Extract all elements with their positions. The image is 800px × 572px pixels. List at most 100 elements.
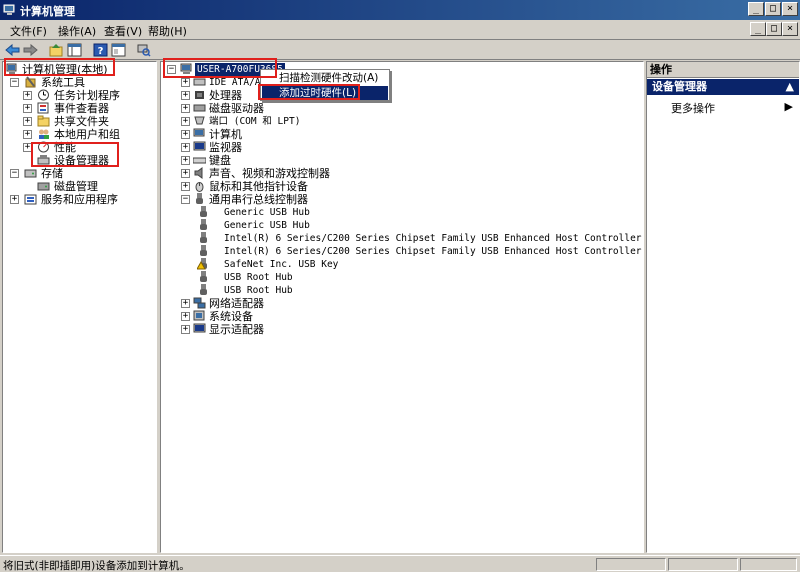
device-category-sound[interactable]: + 声音、视频和游戏控制器 [179,167,429,180]
usb-device-icon [200,232,207,243]
help-icon[interactable]: ? [92,42,109,58]
device-category-keyboards[interactable]: + 键盘 [179,154,379,167]
expand-icon[interactable]: + [181,117,190,126]
collapse-arrow-icon[interactable]: ▲ [786,79,794,95]
device-category-display[interactable]: + 显示适配器 [179,323,379,336]
tools-icon [25,76,36,88]
menu-item-add-legacy-hardware[interactable]: 添加过时硬件(L) [262,86,388,100]
device-category-ports[interactable]: + 端口 (COM 和 LPT) [179,115,379,128]
expand-icon[interactable]: + [181,312,190,321]
actions-section-device-manager[interactable]: 设备管理器 ▲ [647,79,799,95]
context-menu: 扫描检测硬件改动(A) 添加过时硬件(L) [260,69,390,101]
tree-item-storage[interactable]: − 存储 [8,167,156,180]
maximize-button[interactable]: □ [765,2,781,16]
collapse-icon[interactable]: − [167,65,176,74]
disk-drive-icon [193,104,206,112]
mdi-restore-button[interactable]: □ [766,22,782,36]
device-category-disk-drives[interactable]: + 磁盘驱动器 [179,102,379,115]
expand-icon[interactable]: + [23,143,32,152]
device-category-monitors[interactable]: + 监视器 [179,141,379,154]
computer-management-icon [3,4,15,15]
event-viewer-icon [37,102,49,114]
back-icon[interactable] [4,42,21,58]
usb-device-item[interactable]: USB Root Hub [197,284,637,297]
tree-label-storage: 存储 [41,167,63,180]
device-category-mice[interactable]: + 鼠标和其他指针设备 [179,180,429,193]
device-category-label: 监视器 [209,141,242,154]
actions-section-label: 设备管理器 [652,80,707,93]
expand-icon[interactable]: + [181,104,190,113]
tree-item-services-apps[interactable]: + 服务和应用程序 [8,193,156,206]
expand-icon[interactable]: + [10,195,19,204]
tree-item-task-scheduler[interactable]: + 任务计划程序 [21,89,156,102]
computer-management-icon [6,63,17,74]
tree-item-shared-folders[interactable]: + 共享文件夹 [21,115,156,128]
properties-icon[interactable] [110,42,127,58]
expand-icon[interactable]: + [181,325,190,334]
expand-icon[interactable]: + [181,169,190,178]
menu-view[interactable]: 查看(V) [104,23,142,39]
menu-action[interactable]: 操作(A) [58,23,96,39]
scan-hardware-icon[interactable] [135,42,152,58]
usb-device-icon [200,245,207,256]
usb-device-item[interactable]: Generic USB Hub [197,219,637,232]
expand-icon[interactable]: + [181,299,190,308]
usb-device-item[interactable]: Generic USB Hub [197,206,637,219]
tree-item-event-viewer[interactable]: + 事件查看器 [21,102,156,115]
minimize-button[interactable]: _ [748,2,764,16]
tree-item-performance[interactable]: + 性能 [21,141,156,154]
shared-folder-icon [37,115,50,127]
usb-device-item[interactable]: USB Root Hub [197,271,637,284]
collapse-icon[interactable]: − [10,169,19,178]
speaker-icon [194,167,203,179]
forward-icon[interactable] [22,42,39,58]
more-actions-link[interactable]: 更多操作 [671,100,715,116]
expand-icon[interactable]: + [23,130,32,139]
tree-item-local-users[interactable]: + 本地用户和组 [21,128,156,141]
expand-icon[interactable]: + [181,130,190,139]
device-manager-icon [37,155,50,165]
expand-icon[interactable]: + [181,91,190,100]
expand-icon[interactable]: + [181,156,190,165]
display-adapter-icon [193,323,206,333]
tree-label-services-apps: 服务和应用程序 [41,193,118,206]
expand-icon[interactable]: + [181,78,190,87]
collapse-icon[interactable]: − [10,78,19,87]
expand-icon[interactable]: + [181,143,190,152]
tree-item-device-manager[interactable]: 设备管理器 [35,154,156,167]
usb-device-item[interactable]: Intel(R) 6 Series/C200 Series Chipset Fa… [197,245,643,258]
show-hide-tree-icon[interactable] [66,42,83,58]
expand-icon[interactable]: + [23,104,32,113]
expand-icon[interactable]: + [181,182,190,191]
expand-icon[interactable]: + [23,117,32,126]
device-category-label: 磁盘驱动器 [209,102,264,115]
submenu-arrow-icon: ▶ [784,100,793,113]
up-icon[interactable] [48,42,65,58]
tree-item-system-tools[interactable]: − 系统工具 [8,76,156,89]
device-category-network[interactable]: + 网络适配器 [179,297,379,310]
mdi-minimize-button[interactable]: _ [750,22,766,36]
warning-device-icon [197,258,207,270]
tree-item-disk-management[interactable]: 磁盘管理 [35,180,156,193]
close-button[interactable]: × [782,2,798,16]
usb-device-item[interactable]: SafeNet Inc. USB Key [197,258,637,271]
menu-file[interactable]: 文件(F) [10,23,47,39]
svg-text:?: ? [98,46,104,57]
usb-device-label: Intel(R) 6 Series/C200 Series Chipset Fa… [224,246,644,257]
usb-device-item[interactable]: Intel(R) 6 Series/C200 Series Chipset Fa… [197,232,643,245]
device-category-computer[interactable]: + 计算机 [179,128,379,141]
mdi-close-button[interactable]: × [782,22,798,36]
menu-item-scan-hardware[interactable]: 扫描检测硬件改动(A) [262,71,388,85]
tree-item-root[interactable]: 计算机管理(本地) [6,63,156,76]
title-bar: 计算机管理 _ □ × [0,0,800,20]
expand-icon[interactable]: + [23,91,32,100]
menu-help[interactable]: 帮助(H) [148,23,187,39]
tree-label-device-manager: 设备管理器 [54,154,109,167]
window-title: 计算机管理 [20,5,75,18]
device-category-usb[interactable]: − 通用串行总线控制器 [179,193,429,206]
users-icon [39,129,49,139]
collapse-icon[interactable]: − [181,195,190,204]
device-category-system[interactable]: + 系统设备 [179,310,379,323]
tree-label-event-viewer: 事件查看器 [54,102,109,115]
system-device-icon [193,310,205,321]
